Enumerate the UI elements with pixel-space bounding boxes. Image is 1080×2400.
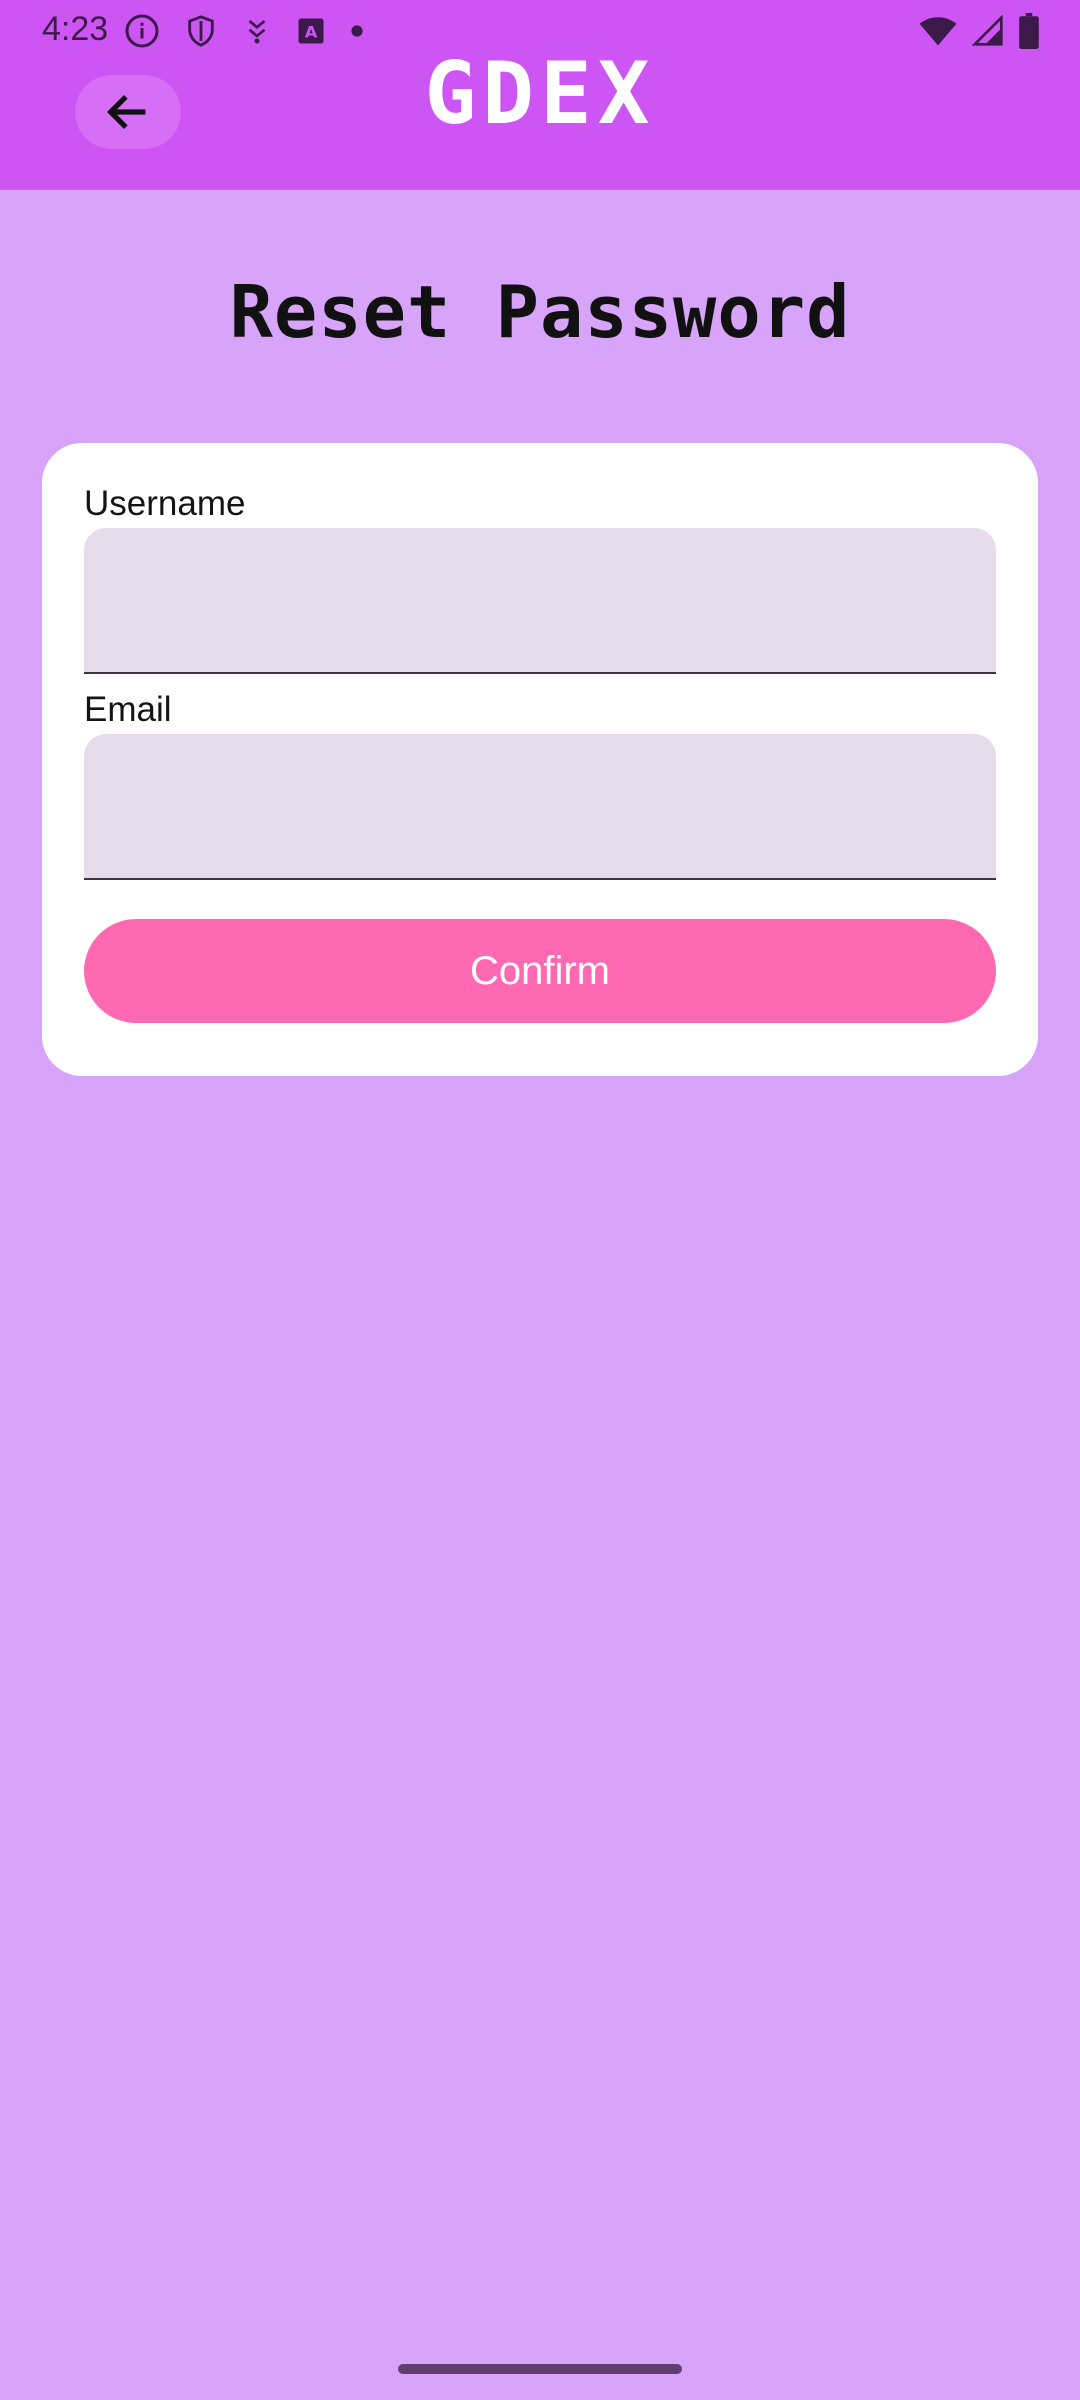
home-indicator[interactable]: [398, 2364, 682, 2374]
dot-icon: [350, 24, 364, 38]
page-title: Reset Password: [229, 270, 851, 354]
a-box-icon: A: [296, 16, 326, 46]
app-brand-logo: GDEX: [424, 44, 656, 144]
email-label: Email: [84, 690, 172, 729]
username-label: Username: [84, 484, 246, 523]
app-bar: 4:23 A GDEX: [0, 0, 1080, 190]
signal-icon: [972, 15, 1004, 47]
reset-password-card: Username Email Confirm: [42, 443, 1038, 1076]
wifi-icon: [918, 15, 958, 47]
svg-text:A: A: [305, 22, 318, 41]
download-icon: [242, 14, 272, 48]
confirm-button[interactable]: Confirm: [84, 919, 996, 1023]
email-input[interactable]: [84, 734, 996, 880]
username-input[interactable]: [84, 528, 996, 674]
